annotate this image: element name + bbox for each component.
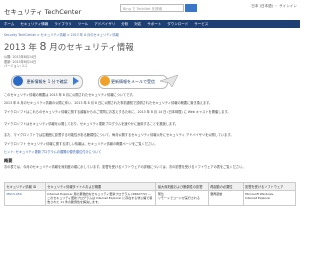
published-date: 公開: 2013年8月14日 (4, 55, 37, 59)
arrow-right-icon (73, 77, 79, 85)
search-input[interactable]: Bing で TechNet を検索 (120, 4, 184, 12)
bulletin-summary-cell: Internet Explorer 用の累積的なセキュリティ更新プログラム (2… (44, 190, 157, 206)
nav-item[interactable]: 対応 (134, 20, 141, 28)
nav-item[interactable]: セキュリティ情報 (20, 20, 48, 28)
nav-item[interactable]: ホーム (4, 20, 14, 28)
title-suffix: 月のセキュリティ情報 (46, 43, 134, 53)
language-signin[interactable]: 日本 (日本語) ・ サインイン (251, 4, 297, 9)
page-title: 2013 年 8 月のセキュリティ情報 (4, 40, 134, 53)
section-title: 概要 (4, 158, 13, 163)
search-button[interactable] (185, 4, 197, 12)
table-header: セキュリティ情報 ID (4, 182, 46, 191)
section-text: 次の表では、今月のセキュリティ情報を深刻度の順に示しています。影響を受けるソフト… (4, 165, 246, 169)
title-month: 8 (39, 40, 47, 53)
publish-meta: 公開: 2013年8月14日 更新: 2013年8月14日 バージョン: 1.1 (4, 55, 36, 69)
table-header: 影響を受けるソフトウェア (242, 182, 297, 191)
restart-cell: 要再起動 (207, 190, 244, 206)
bulletin-id-link[interactable]: MS13-059 (7, 192, 22, 196)
table-row: MS13-059 Internet Explorer 用の累積的なセキュリティ更… (4, 190, 297, 206)
table-header-row: セキュリティ情報 ID セキュリティ情報タイトルおよび概要 最大深刻度および脆弱… (4, 182, 297, 191)
breadcrumb[interactable]: Security TechCenter > セキュリティ情報 > 2013 年 … (4, 32, 119, 37)
nav-item[interactable]: アドバイザリ (94, 20, 115, 28)
bulletin-id-cell[interactable]: MS13-059 (4, 190, 46, 206)
table-header: 最大深刻度および脆弱性の影響 (155, 182, 209, 191)
info-circle-icon (13, 76, 23, 86)
site-brand[interactable]: セキュリティ TechCenter (4, 6, 81, 16)
intro-paragraph: マイクロソフト セキュリティ情報に関する詳しい情報は、セキュリティ情報の概要ペー… (4, 142, 158, 146)
table-header: 再起動の必要性 (207, 182, 244, 191)
nav-item[interactable]: サポート (147, 20, 161, 28)
intro-paragraph: このセキュリティ情報の概要は 2013 年 8 月に公開されたセキュリティ情報に… (4, 93, 136, 97)
version: バージョン: 1.1 (4, 64, 28, 68)
nav-item[interactable]: ライブラリ (54, 20, 72, 28)
nav-item[interactable]: 分析 (121, 20, 128, 28)
intro-paragraph: また、マイクロソフトでは広範囲に影響する可能性がある脆弱性について、毎月公開する… (4, 133, 234, 137)
nav-item[interactable]: サービス (194, 20, 208, 28)
nav-item[interactable]: ダウンロード (167, 20, 188, 28)
nav-item[interactable]: ツール (78, 20, 89, 28)
paper-plane-icon (160, 75, 178, 87)
severity-cell: 緊急 リモートでコードが実行される (155, 190, 209, 206)
intro-paragraph: マイクロソフトはこれらのセキュリティ情報に関する顧客からのご質問にお答えするため… (4, 110, 231, 114)
title-prefix: 2013 年 (4, 43, 40, 53)
bulletin-table: セキュリティ情報 ID セキュリティ情報タイトルおよび概要 最大深刻度および脆弱… (4, 182, 297, 206)
mail-circle-icon (100, 76, 110, 86)
main-nav: ホーム セキュリティ情報 ライブラリ ツール アドバイザリ 分析 対応 サポート… (0, 20, 300, 28)
intro-paragraph: マイクロソフトはセキュリティ情報を公開しており、セキュリティ更新プログラムを速や… (4, 122, 179, 126)
intro-paragraph: 2013 年 8 月のセキュリティ情報の公開に伴い、2013 年 8 月 8 日… (4, 101, 213, 105)
tip-link[interactable]: ヒント: セキュリティ更新プログラムの展開の優先順位付けについて (4, 150, 296, 155)
table-header: セキュリティ情報タイトルおよび概要 (44, 182, 157, 191)
software-cell: Microsoft Windows, Internet Explorer (242, 190, 297, 206)
